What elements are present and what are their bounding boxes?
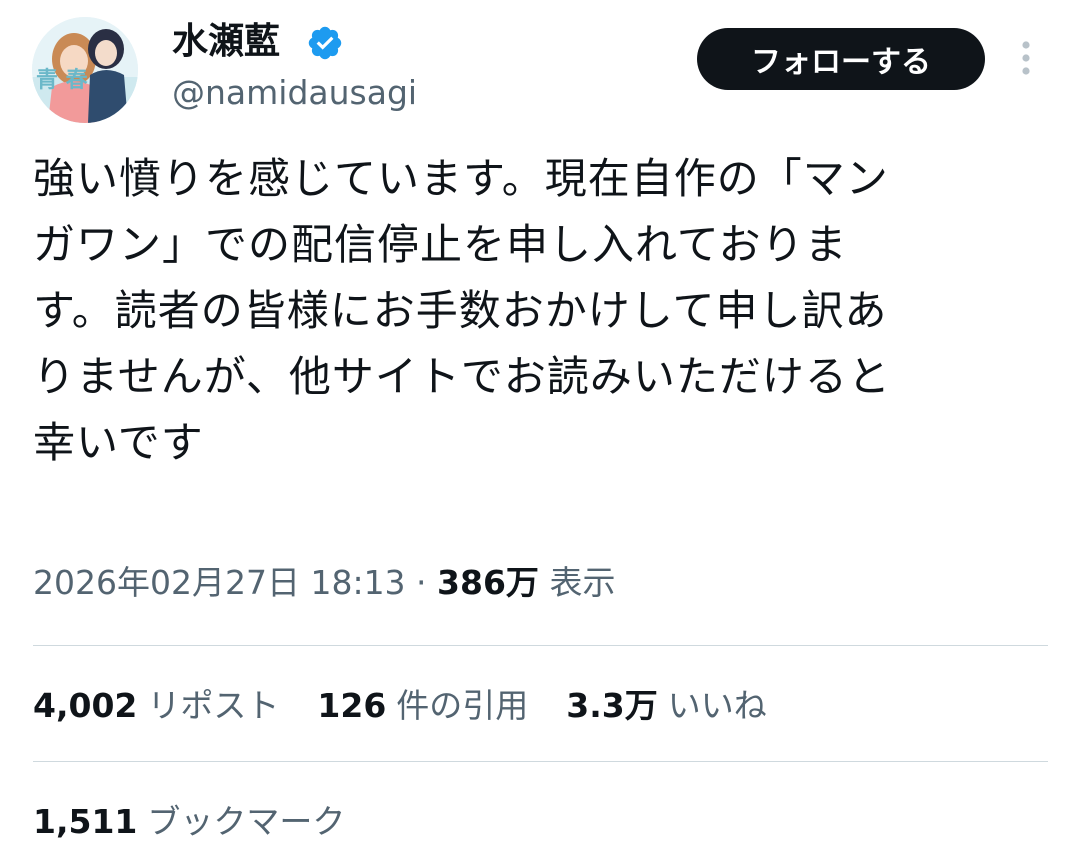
engagement-stats: 4,002 リポスト 126 件の引用 3.3万 いいね (33, 684, 805, 728)
views-count: 386万 (437, 563, 539, 602)
tweet-meta: 2026年02月27日 18:13 · 386万 表示 (33, 561, 615, 605)
avatar[interactable]: 青 春 (32, 17, 138, 123)
more-vertical-icon[interactable] (1012, 38, 1040, 78)
follow-button[interactable]: フォローする (697, 28, 985, 90)
quotes-stat[interactable]: 126 件の引用 (317, 684, 528, 728)
avatar-title-text: 青 春 (36, 68, 88, 93)
divider (33, 761, 1048, 762)
bookmarks-label: ブックマーク (147, 802, 346, 841)
meta-separator: · (405, 563, 438, 602)
verified-badge-icon (308, 26, 342, 60)
reposts-stat[interactable]: 4,002 リポスト (33, 684, 279, 728)
user-handle[interactable]: @namidausagi (172, 73, 417, 113)
views-label: 表示 (549, 563, 616, 602)
bookmarks-count: 1,511 (33, 802, 138, 841)
reposts-count: 4,002 (33, 686, 138, 725)
avatar-image: 青 春 (32, 17, 138, 123)
display-name[interactable]: 水瀬藍 (172, 20, 280, 64)
quotes-count: 126 (317, 686, 387, 725)
likes-count: 3.3万 (566, 686, 658, 725)
likes-stat[interactable]: 3.3万 いいね (566, 684, 766, 728)
reposts-label: リポスト (147, 686, 280, 725)
quotes-label: 件の引用 (396, 686, 529, 725)
divider (33, 645, 1048, 646)
tweet-timestamp[interactable]: 2026年02月27日 18:13 (33, 563, 406, 602)
likes-label: いいね (667, 686, 767, 725)
bookmarks-stat[interactable]: 1,511 ブックマーク (33, 800, 345, 844)
tweet-text: 強い憤りを感じています。現在自作の「マン ガワン」での配信停止を申し入れておりま… (33, 154, 891, 467)
